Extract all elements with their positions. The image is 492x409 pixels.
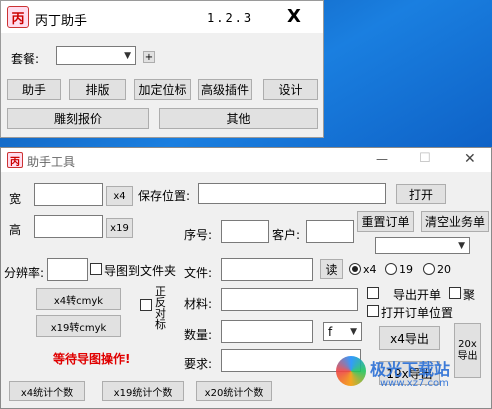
advanced-plugin-button[interactable]: 高级插件: [198, 79, 252, 100]
clear-business-button[interactable]: 清空业务单: [421, 211, 489, 232]
radio-20[interactable]: [423, 263, 435, 275]
export-order-checkbox[interactable]: [367, 287, 379, 299]
assistant-button[interactable]: 助手: [7, 79, 61, 100]
export-order-label: 导出开单: [393, 288, 442, 302]
radio-19[interactable]: [385, 263, 397, 275]
seq-label: 序号:: [184, 228, 213, 242]
x19-to-cmyk-button[interactable]: x19转cmyk: [36, 315, 121, 337]
resolution-input[interactable]: [47, 258, 88, 281]
package-add-button[interactable]: +: [143, 51, 155, 63]
mirror-label: 正反对标: [155, 285, 166, 331]
reset-order-button[interactable]: 重置订单: [357, 211, 414, 232]
x4-count-button[interactable]: x4统计个数: [9, 381, 85, 401]
radio-20-label: 20: [437, 263, 451, 276]
open-order-position-checkbox[interactable]: [367, 305, 379, 317]
watermark-url: www.xz7.com: [380, 378, 449, 389]
design-button[interactable]: 设计: [263, 79, 318, 100]
add-marker-button[interactable]: 加定位标: [134, 79, 191, 100]
top-window-titlebar[interactable]: 丙 丙丁助手 1.2.3 X: [1, 1, 323, 33]
tool-window-titlebar[interactable]: 丙 助手工具 — ☐ ✕: [1, 148, 491, 172]
top-close-button[interactable]: X: [287, 6, 301, 27]
x19-count-button[interactable]: x19统计个数: [102, 381, 184, 401]
x19-height-button[interactable]: x19: [106, 218, 133, 238]
merge-label: 聚: [463, 288, 476, 302]
quantity-unit-value: f: [328, 324, 333, 339]
radio-x4-label: x4: [363, 263, 377, 276]
chevron-down-icon: ▼: [458, 240, 465, 251]
save-location-label: 保存位置:: [138, 189, 191, 203]
package-label: 套餐:: [11, 52, 40, 66]
width-input[interactable]: [34, 183, 103, 206]
chevron-down-icon: ▼: [124, 50, 131, 61]
quantity-unit-select[interactable]: f ▼: [323, 322, 362, 341]
mirror-checkbox[interactable]: [140, 299, 152, 311]
tool-window-title: 助手工具: [27, 155, 76, 169]
minimize-button[interactable]: —: [376, 152, 388, 166]
resolution-label: 分辨率:: [4, 266, 45, 280]
open-button[interactable]: 打开: [396, 184, 446, 204]
radio-19-label: 19: [399, 263, 413, 276]
x4-width-button[interactable]: x4: [106, 186, 133, 206]
app-logo-icon: 丙: [7, 152, 23, 168]
requirement-label: 要求:: [184, 357, 213, 371]
seq-input[interactable]: [221, 220, 269, 243]
watermark: 极光下载站 www.xz7.com: [336, 352, 486, 392]
radio-x4[interactable]: [349, 263, 361, 275]
version-label: 1.2.3: [207, 11, 254, 25]
maximize-button[interactable]: ☐: [419, 151, 431, 166]
height-label: 高: [9, 223, 22, 237]
width-label: 宽: [9, 192, 22, 206]
order-select[interactable]: ▼: [375, 237, 470, 254]
status-text: 等待导图操作!: [53, 352, 131, 366]
x4-export-button[interactable]: x4导出: [379, 326, 440, 350]
customer-label: 客户:: [272, 228, 301, 242]
open-order-position-label: 打开订单位置: [381, 306, 454, 320]
top-window: 丙 丙丁助手 1.2.3 X 套餐: ▼ + 助手 排版 加定位标 高级插件 设…: [0, 0, 324, 138]
material-label: 材料:: [184, 297, 213, 311]
material-input[interactable]: [221, 288, 358, 311]
x4-to-cmyk-button[interactable]: x4转cmyk: [36, 288, 121, 310]
chevron-down-icon: ▼: [350, 326, 357, 337]
read-button[interactable]: 读: [320, 259, 343, 279]
export-to-folder-checkbox[interactable]: [90, 263, 102, 275]
file-label: 文件:: [184, 266, 213, 280]
close-button[interactable]: ✕: [464, 151, 476, 167]
save-location-input[interactable]: [198, 183, 386, 204]
export-to-folder-label: 导图到文件夹: [104, 264, 177, 278]
height-input[interactable]: [34, 215, 103, 238]
engraving-quote-button[interactable]: 雕刻报价: [7, 108, 149, 129]
app-logo-icon: 丙: [7, 6, 29, 28]
package-select[interactable]: ▼: [56, 46, 136, 65]
quantity-label: 数量:: [184, 328, 213, 342]
watermark-logo-icon: [336, 356, 366, 386]
file-input[interactable]: [221, 258, 313, 281]
top-window-title: 丙丁助手: [35, 14, 88, 29]
quantity-input[interactable]: [221, 320, 313, 343]
layout-button[interactable]: 排版: [69, 79, 126, 100]
other-button[interactable]: 其他: [159, 108, 318, 129]
merge-checkbox[interactable]: [449, 287, 461, 299]
x20-count-button[interactable]: x20统计个数: [196, 381, 272, 401]
customer-input[interactable]: [306, 220, 354, 243]
watermark-brand: 极光下载站: [370, 360, 451, 379]
